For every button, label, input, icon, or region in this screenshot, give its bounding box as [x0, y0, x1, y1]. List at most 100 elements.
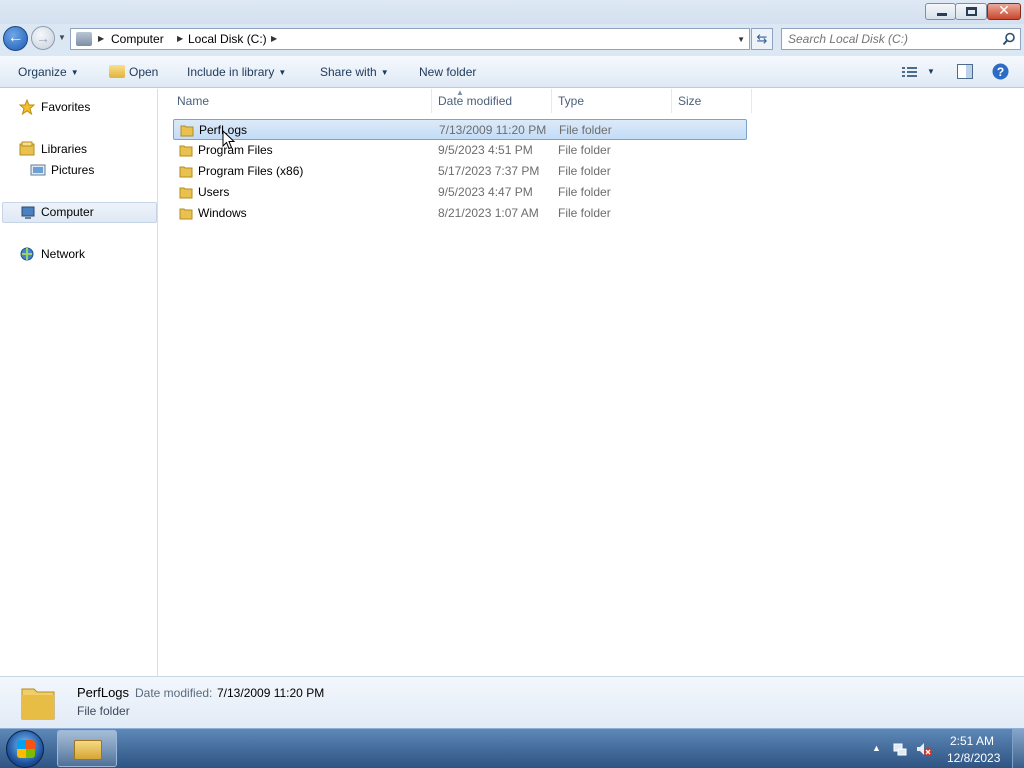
- column-header-date-label: Date modified: [438, 94, 513, 108]
- back-button[interactable]: ←: [3, 26, 28, 51]
- forward-button[interactable]: →: [31, 26, 55, 50]
- search-icon[interactable]: [1002, 32, 1016, 46]
- nav-item-libraries[interactable]: Libraries: [0, 139, 157, 160]
- breadcrumb-local-disk[interactable]: Local Disk (C:): [188, 32, 267, 46]
- address-history-dropdown-icon[interactable]: ▼: [737, 35, 745, 44]
- file-row-windows[interactable]: Windows 8/21/2023 1:07 AM File folder: [173, 203, 747, 224]
- nav-item-computer[interactable]: Computer: [2, 202, 157, 223]
- nav-item-network[interactable]: Network: [0, 244, 157, 265]
- breadcrumb-separator-icon[interactable]: ▶: [271, 34, 277, 43]
- column-header-type[interactable]: Type: [552, 89, 672, 113]
- folder-icon: [179, 145, 193, 157]
- clock-time[interactable]: 2:51 AM: [950, 734, 994, 748]
- chevron-down-icon: ▼: [70, 68, 79, 77]
- folder-large-icon: [21, 688, 55, 720]
- back-arrow-icon: ←: [7, 29, 24, 46]
- chevron-down-icon: ▼: [380, 68, 389, 77]
- taskbar-explorer-button[interactable]: [57, 730, 117, 767]
- file-type: File folder: [558, 143, 611, 157]
- file-date: 9/5/2023 4:51 PM: [438, 143, 533, 157]
- refresh-button[interactable]: ⇆: [751, 28, 773, 50]
- column-header-size[interactable]: Size: [672, 89, 752, 113]
- svg-text:?: ?: [997, 65, 1004, 79]
- open-button[interactable]: Open: [129, 65, 158, 79]
- taskbar: ▲ 2:51 AM 12/8/2023: [0, 728, 1024, 768]
- restore-icon: [966, 7, 977, 16]
- nav-label-favorites: Favorites: [41, 100, 91, 114]
- system-tray: ▲: [868, 741, 938, 759]
- file-type: File folder: [559, 123, 612, 137]
- search-input[interactable]: [788, 31, 998, 47]
- folder-icon: [179, 166, 193, 178]
- new-folder-label: New folder: [419, 65, 477, 79]
- folder-icon: [179, 208, 193, 220]
- file-date: 5/17/2023 7:37 PM: [438, 164, 540, 178]
- nav-label-libraries: Libraries: [41, 142, 88, 156]
- details-date-label: Date modified:: [135, 686, 213, 700]
- file-row-users[interactable]: Users 9/5/2023 4:47 PM File folder: [173, 182, 747, 203]
- volume-muted-icon[interactable]: [916, 741, 932, 757]
- file-row-perflogs[interactable]: PerfLogs 7/13/2009 11:20 PM File folder: [173, 119, 747, 140]
- details-pane: PerfLogs Date modified: 7/13/2009 11:20 …: [0, 676, 1024, 728]
- nav-label-computer: Computer: [41, 205, 94, 219]
- nav-item-favorites[interactable]: Favorites: [0, 97, 157, 118]
- show-hidden-icons-icon[interactable]: ▲: [872, 743, 881, 753]
- mouse-cursor-icon: [222, 130, 236, 150]
- nav-item-pictures[interactable]: Pictures: [0, 160, 157, 181]
- include-in-library-button[interactable]: Include in library ▼: [187, 65, 286, 79]
- column-header-name[interactable]: Name: [159, 89, 432, 113]
- file-type: File folder: [558, 206, 611, 220]
- file-type: File folder: [558, 164, 611, 178]
- command-bar: Organize ▼ Open Include in library ▼ Share…: [0, 56, 1024, 88]
- organize-label: Organize: [18, 65, 67, 79]
- minimize-icon: [937, 13, 947, 16]
- restore-button[interactable]: [955, 3, 987, 20]
- change-view-icon[interactable]: [902, 66, 918, 78]
- open-label: Open: [129, 65, 159, 79]
- view-options-dropdown-icon[interactable]: ▼: [927, 67, 935, 76]
- explorer-icon: [74, 740, 102, 760]
- breadcrumb-separator-icon[interactable]: ▶: [98, 34, 104, 43]
- file-date: 9/5/2023 4:47 PM: [438, 185, 533, 199]
- breadcrumb-separator-icon[interactable]: ▶: [177, 34, 183, 43]
- share-with-button[interactable]: Share with ▼: [320, 65, 389, 79]
- refresh-icon: ⇆: [756, 31, 768, 46]
- folder-icon: [179, 187, 193, 199]
- address-bar[interactable]: ▶ Computer ▶ Local Disk (C:) ▶ ▼: [70, 28, 750, 50]
- folder-icon: [180, 125, 194, 137]
- title-bar: ✕: [0, 0, 1024, 24]
- breadcrumb-computer[interactable]: Computer: [111, 32, 164, 46]
- column-header-date-modified[interactable]: Date modified: [432, 89, 552, 113]
- new-folder-button[interactable]: New folder: [419, 65, 476, 79]
- file-row-program-files[interactable]: Program Files 9/5/2023 4:51 PM File fold…: [173, 140, 747, 161]
- details-file-type: File folder: [77, 704, 130, 718]
- computer-icon: [21, 206, 35, 219]
- file-name: Users: [198, 185, 230, 199]
- recent-pages-dropdown[interactable]: ▼: [58, 33, 66, 42]
- minimize-button[interactable]: [925, 3, 956, 20]
- file-date: 7/13/2009 11:20 PM: [439, 123, 547, 137]
- forward-arrow-icon: →: [36, 30, 50, 46]
- show-desktop-button[interactable]: [1012, 729, 1024, 768]
- file-row-program-files-x86[interactable]: Program Files (x86) 5/17/2023 7:37 PM Fi…: [173, 161, 747, 182]
- help-icon[interactable]: ?: [992, 63, 1009, 80]
- libraries-icon: [19, 141, 35, 156]
- search-box[interactable]: [781, 28, 1021, 50]
- preview-pane-icon[interactable]: [957, 64, 973, 79]
- column-header-type-label: Type: [558, 94, 585, 108]
- file-name: Program Files (x86): [198, 164, 304, 178]
- computer-icon: [76, 32, 92, 46]
- start-button[interactable]: [6, 730, 44, 768]
- file-name: Windows: [198, 206, 247, 220]
- network-tray-icon[interactable]: [892, 741, 908, 757]
- open-folder-icon: [109, 65, 125, 78]
- windows-logo-icon: [17, 740, 35, 758]
- chevron-down-icon: ▼: [278, 68, 287, 77]
- clock-date[interactable]: 12/8/2023: [947, 751, 1000, 765]
- organize-button[interactable]: Organize ▼: [18, 65, 79, 79]
- network-icon: [20, 247, 34, 261]
- column-header-size-label: Size: [678, 94, 702, 108]
- star-icon: [19, 99, 35, 115]
- close-button[interactable]: ✕: [987, 2, 1021, 20]
- navigation-pane: Favorites Libraries Pictures Computer Ne…: [0, 89, 158, 676]
